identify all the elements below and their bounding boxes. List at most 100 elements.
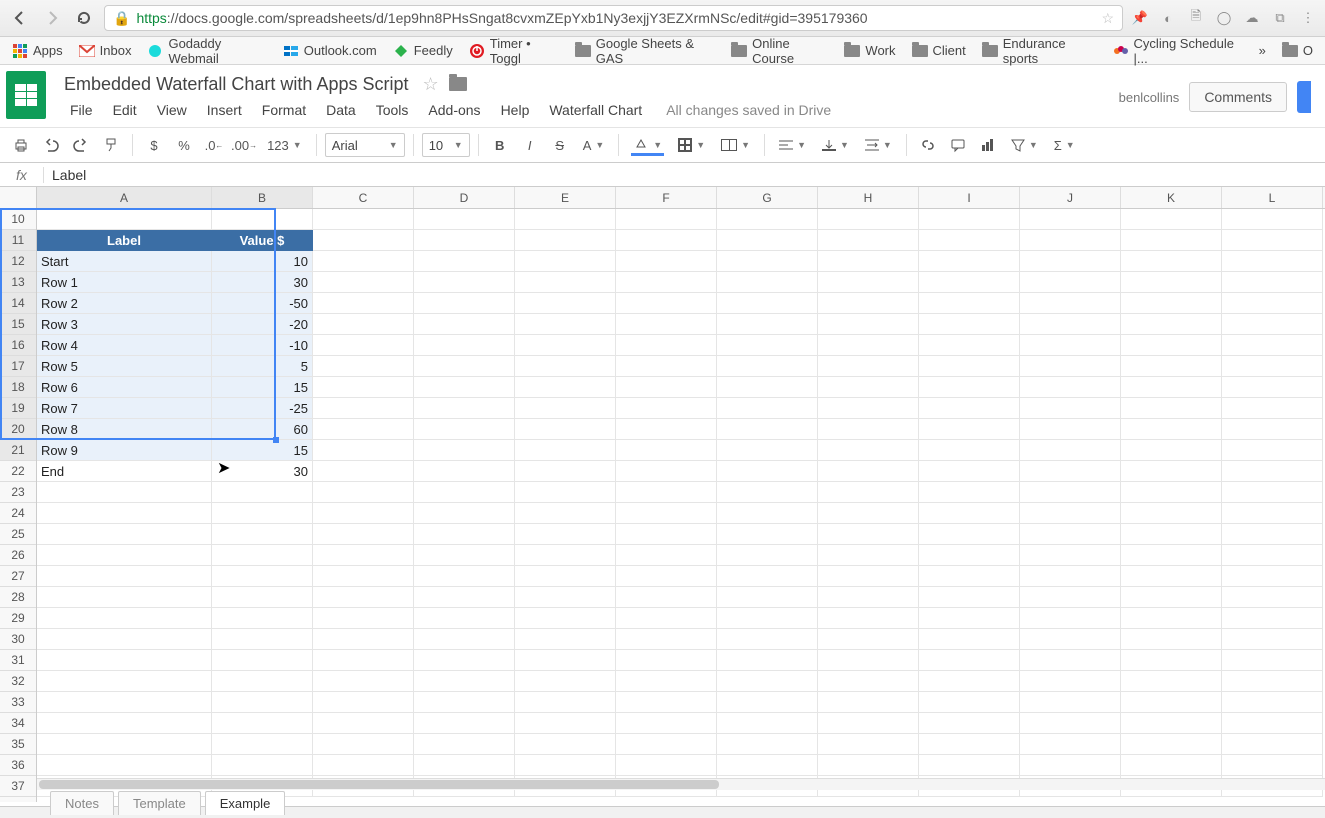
- row-header-18[interactable]: 18: [0, 377, 36, 398]
- cell-G22[interactable]: [717, 461, 818, 482]
- row-header-32[interactable]: 32: [0, 671, 36, 692]
- cell-E16[interactable]: [515, 335, 616, 356]
- cell-G27[interactable]: [717, 566, 818, 587]
- row-header-36[interactable]: 36: [0, 755, 36, 776]
- cell-H32[interactable]: [818, 671, 919, 692]
- cell-E20[interactable]: [515, 419, 616, 440]
- cell-B33[interactable]: [212, 692, 313, 713]
- bookmark-item[interactable]: Outlook.com: [277, 41, 383, 61]
- cell-C14[interactable]: [313, 293, 414, 314]
- cell-D15[interactable]: [414, 314, 515, 335]
- cell-F13[interactable]: [616, 272, 717, 293]
- format-123-button[interactable]: 123▼: [261, 132, 308, 158]
- cell-C26[interactable]: [313, 545, 414, 566]
- cell-K23[interactable]: [1121, 482, 1222, 503]
- row-header-12[interactable]: 12: [0, 251, 36, 272]
- cell-D33[interactable]: [414, 692, 515, 713]
- cell-A12[interactable]: Start: [37, 251, 212, 272]
- row-header-28[interactable]: 28: [0, 587, 36, 608]
- cell-B35[interactable]: [212, 734, 313, 755]
- strikethrough-button[interactable]: S: [547, 132, 573, 158]
- cell-L13[interactable]: [1222, 272, 1323, 293]
- cells-area[interactable]: LabelValue $Start10Row 130Row 2-50Row 3-…: [37, 209, 1325, 802]
- bookmark-star-icon[interactable]: ☆: [1101, 10, 1114, 27]
- cell-F17[interactable]: [616, 356, 717, 377]
- cell-G10[interactable]: [717, 209, 818, 230]
- cell-I11[interactable]: [919, 230, 1020, 251]
- cell-B20[interactable]: 60: [212, 419, 313, 440]
- cell-F35[interactable]: [616, 734, 717, 755]
- cell-F11[interactable]: [616, 230, 717, 251]
- cell-E17[interactable]: [515, 356, 616, 377]
- cell-G35[interactable]: [717, 734, 818, 755]
- cell-J25[interactable]: [1020, 524, 1121, 545]
- cell-A11[interactable]: Label: [37, 230, 212, 251]
- cell-H28[interactable]: [818, 587, 919, 608]
- row-header-14[interactable]: 14: [0, 293, 36, 314]
- cell-E14[interactable]: [515, 293, 616, 314]
- cell-K18[interactable]: [1121, 377, 1222, 398]
- cell-H18[interactable]: [818, 377, 919, 398]
- cell-G28[interactable]: [717, 587, 818, 608]
- cell-L10[interactable]: [1222, 209, 1323, 230]
- cell-F36[interactable]: [616, 755, 717, 776]
- cell-K22[interactable]: [1121, 461, 1222, 482]
- cell-D28[interactable]: [414, 587, 515, 608]
- cell-D12[interactable]: [414, 251, 515, 272]
- text-color-button[interactable]: A▼: [577, 132, 611, 158]
- cell-L19[interactable]: [1222, 398, 1323, 419]
- cell-I12[interactable]: [919, 251, 1020, 272]
- row-header-35[interactable]: 35: [0, 734, 36, 755]
- cell-C23[interactable]: [313, 482, 414, 503]
- row-header-22[interactable]: 22: [0, 461, 36, 482]
- sheet-tab-notes[interactable]: Notes: [50, 791, 114, 815]
- cell-J23[interactable]: [1020, 482, 1121, 503]
- insert-comment-button[interactable]: [945, 132, 971, 158]
- cell-B11[interactable]: Value $: [212, 230, 313, 251]
- cell-G36[interactable]: [717, 755, 818, 776]
- cell-K30[interactable]: [1121, 629, 1222, 650]
- cell-I30[interactable]: [919, 629, 1020, 650]
- cell-H29[interactable]: [818, 608, 919, 629]
- cell-C21[interactable]: [313, 440, 414, 461]
- cell-B29[interactable]: [212, 608, 313, 629]
- cell-J11[interactable]: [1020, 230, 1121, 251]
- cell-B12[interactable]: 10: [212, 251, 313, 272]
- cell-C13[interactable]: [313, 272, 414, 293]
- cell-E26[interactable]: [515, 545, 616, 566]
- cell-A33[interactable]: [37, 692, 212, 713]
- cell-F25[interactable]: [616, 524, 717, 545]
- cell-I25[interactable]: [919, 524, 1020, 545]
- col-header-A[interactable]: A: [37, 187, 212, 208]
- cell-J27[interactable]: [1020, 566, 1121, 587]
- cell-F30[interactable]: [616, 629, 717, 650]
- cell-H25[interactable]: [818, 524, 919, 545]
- bookmarks-overflow[interactable]: »: [1253, 43, 1272, 58]
- cell-I27[interactable]: [919, 566, 1020, 587]
- row-header-17[interactable]: 17: [0, 356, 36, 377]
- cell-J15[interactable]: [1020, 314, 1121, 335]
- cell-L28[interactable]: [1222, 587, 1323, 608]
- cell-L32[interactable]: [1222, 671, 1323, 692]
- cell-G25[interactable]: [717, 524, 818, 545]
- cell-K35[interactable]: [1121, 734, 1222, 755]
- cell-D24[interactable]: [414, 503, 515, 524]
- cell-A28[interactable]: [37, 587, 212, 608]
- increase-decimal-button[interactable]: .00→: [231, 132, 257, 158]
- cell-D29[interactable]: [414, 608, 515, 629]
- cell-K15[interactable]: [1121, 314, 1222, 335]
- cell-L21[interactable]: [1222, 440, 1323, 461]
- cell-F15[interactable]: [616, 314, 717, 335]
- cell-H36[interactable]: [818, 755, 919, 776]
- cell-H13[interactable]: [818, 272, 919, 293]
- cell-E30[interactable]: [515, 629, 616, 650]
- cell-F12[interactable]: [616, 251, 717, 272]
- cell-B14[interactable]: -50: [212, 293, 313, 314]
- bookmark-item[interactable]: Google Sheets & GAS: [569, 34, 721, 68]
- cell-H14[interactable]: [818, 293, 919, 314]
- cell-H31[interactable]: [818, 650, 919, 671]
- cell-J10[interactable]: [1020, 209, 1121, 230]
- cell-H35[interactable]: [818, 734, 919, 755]
- cell-E27[interactable]: [515, 566, 616, 587]
- cell-H26[interactable]: [818, 545, 919, 566]
